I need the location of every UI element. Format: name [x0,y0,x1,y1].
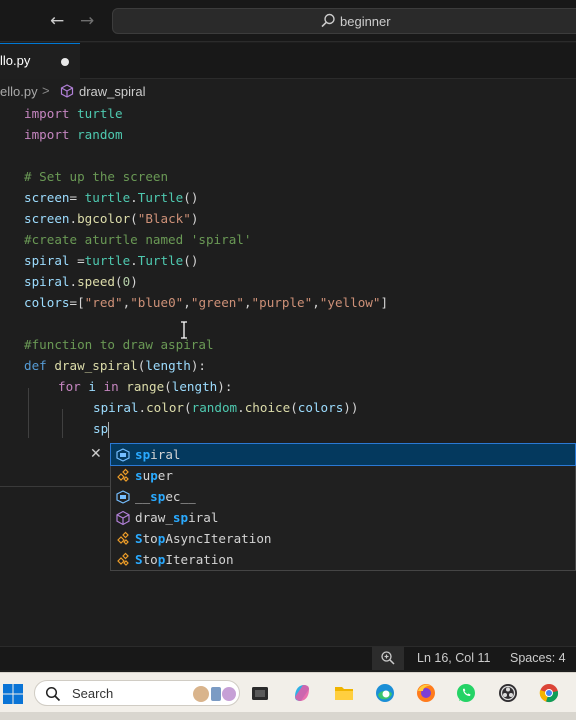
edge-icon[interactable] [374,682,396,704]
tab-hello-py[interactable]: llo.py [0,43,80,79]
code-line: spiral =turtle.Turtle() [24,253,199,268]
suggestion-item[interactable]: StopAsyncIteration [111,528,575,549]
breadcrumb-file[interactable]: ello.py [0,84,38,99]
obs-icon[interactable] [497,682,519,704]
code-line: for i in range(length): [58,379,233,394]
ibeam-cursor-icon [181,321,187,339]
taskbar-search[interactable]: Search [34,680,240,706]
autocomplete-suggestions: spiral super __spec__ draw_spiral StopAs… [110,443,576,571]
indent-guide [28,388,29,438]
code-line: import random [24,127,123,142]
close-icon[interactable]: ✕ [90,447,104,461]
screen-bottom-edge [0,712,576,720]
command-center-search[interactable]: beginner [112,8,576,34]
search-icon [45,686,61,702]
indentation-setting[interactable]: Spaces: 4 [510,651,566,665]
breadcrumb-separator: > [42,83,50,98]
task-view-icon[interactable] [249,682,271,704]
variable-icon [116,448,130,462]
class-icon [117,552,129,566]
title-bar: ← → beginner [0,0,576,42]
code-line: screen.bgcolor("Black") [24,211,199,226]
cursor-position[interactable]: Ln 16, Col 11 [417,651,490,665]
class-icon [117,531,129,545]
code-line: #create aturtle named 'spiral' [24,232,252,247]
suggestion-item[interactable]: draw_spiral [111,507,575,528]
windows-taskbar: Search [0,672,576,712]
code-line: # Set up the screen [24,169,169,184]
code-line: import turtle [24,106,123,121]
whatsapp-icon[interactable] [455,682,477,704]
suggestion-item[interactable]: super [111,465,575,486]
indent-guide [62,409,63,438]
file-explorer-icon[interactable] [333,682,355,704]
tab-label: llo.py [0,53,31,68]
status-bar: Ln 16, Col 11 Spaces: 4 [0,646,576,670]
copilot-icon[interactable] [291,682,313,704]
breadcrumb-symbol[interactable]: draw_spiral [79,84,145,99]
text-cursor [108,421,110,438]
taskbar-search-label: Search [72,686,114,701]
zoom-button[interactable] [372,647,404,670]
code-line: def draw_spiral(length): [24,358,207,373]
firefox-icon[interactable] [415,682,437,704]
suggestion-item[interactable]: __spec__ [111,486,575,507]
arrow-right-icon[interactable]: → [80,11,94,31]
unsaved-dot-icon[interactable] [61,58,69,66]
class-icon [117,468,129,482]
search-highlight-illustration-icon [193,686,236,702]
zoom-in-icon [381,651,395,665]
code-line: colors=["red","blue0","green","purple","… [24,295,389,310]
method-cube-icon [116,510,130,526]
code-line: screen= turtle.Turtle() [24,190,199,205]
code-line: spiral.color(random.choice(colors)) [93,400,359,415]
suggestion-item[interactable]: StopIteration [111,549,575,570]
code-line: spiral.speed(0) [24,274,138,289]
cube-method-icon [60,84,74,98]
arrow-left-icon[interactable]: ← [50,11,64,31]
variable-icon [116,490,130,504]
code-line-active[interactable]: sp [93,418,110,439]
divider [0,486,110,487]
chrome-icon[interactable] [538,682,560,704]
suggestion-item[interactable]: spiral [110,443,576,466]
search-icon [321,13,335,28]
windows-start-icon[interactable] [2,683,24,705]
editor-tab-bar: llo.py [0,43,576,79]
command-center-label: beginner [340,14,391,29]
